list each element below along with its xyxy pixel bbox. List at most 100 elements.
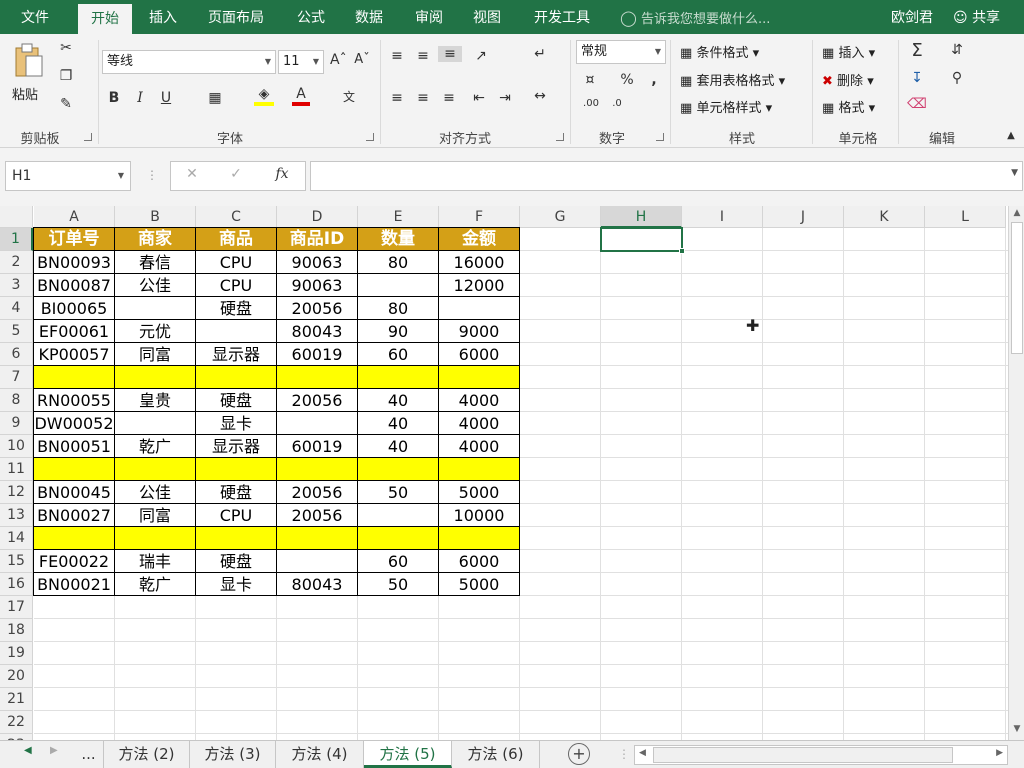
table-cell[interactable]: 40 [357, 388, 439, 412]
column-header[interactable]: I [682, 206, 763, 228]
align-bottom-icon[interactable]: ≡ [438, 46, 462, 62]
format-as-table-button[interactable]: ▦ 套用表格格式 ▾ [680, 70, 785, 89]
format-painter-icon[interactable]: ✎ [56, 96, 76, 112]
tell-me-box[interactable]: ◯ 告诉我您想要做什么... [620, 0, 770, 34]
active-cell[interactable] [600, 227, 683, 252]
scroll-down-icon[interactable]: ▼ [1011, 724, 1023, 734]
table-cell[interactable]: 80043 [276, 319, 358, 343]
table-cell[interactable]: 显卡 [195, 572, 277, 596]
table-cell[interactable]: 80 [357, 250, 439, 274]
currency-icon[interactable]: ¤ [578, 72, 602, 88]
table-cell[interactable]: 硬盘 [195, 480, 277, 504]
column-header[interactable]: J [763, 206, 844, 228]
table-cell[interactable]: 4000 [438, 434, 520, 458]
table-cell[interactable]: 90063 [276, 250, 358, 274]
scroll-up-icon[interactable]: ▲ [1011, 208, 1023, 218]
table-cell[interactable]: 元优 [114, 319, 196, 343]
sheet-tab[interactable]: 方法 (3) [190, 741, 276, 768]
table-cell[interactable]: 60019 [276, 342, 358, 366]
table-cell[interactable]: 公佳 [114, 273, 196, 297]
table-cell[interactable]: 60 [357, 342, 439, 366]
cell-styles-button[interactable]: ▦ 单元格样式 ▾ [680, 97, 772, 116]
increase-indent-icon[interactable]: ⇥ [496, 90, 514, 106]
table-header-cell[interactable]: 金额 [438, 227, 520, 251]
sort-filter-icon[interactable]: ⇵ [944, 42, 970, 58]
conditional-format-button[interactable]: ▦ 条件格式 ▾ [680, 42, 759, 61]
table-cell[interactable]: BN00087 [33, 273, 115, 297]
collapse-ribbon-icon[interactable]: ▲ [1004, 130, 1018, 141]
tab-view[interactable]: 视图 [464, 0, 510, 34]
row-header[interactable]: 18 [0, 619, 33, 642]
increase-font-icon[interactable]: Aˆ [330, 52, 347, 68]
table-cell[interactable]: 春信 [114, 250, 196, 274]
share-button[interactable]: ☺ 共享 [953, 0, 1000, 34]
table-cell[interactable] [33, 457, 115, 481]
table-cell[interactable]: CPU [195, 273, 277, 297]
column-header[interactable]: A [34, 206, 115, 228]
tab-file[interactable]: 文件 [8, 0, 62, 34]
fill-handle[interactable] [679, 248, 685, 254]
font-launcher-icon[interactable] [366, 133, 374, 141]
font-size-dropdown[interactable]: 11 ▼ [278, 50, 324, 74]
autosum-icon[interactable]: Σ [906, 40, 928, 61]
table-cell[interactable]: 显示器 [195, 342, 277, 366]
table-cell[interactable]: 10000 [438, 503, 520, 527]
table-cell[interactable]: 乾广 [114, 572, 196, 596]
table-header-cell[interactable]: 数量 [357, 227, 439, 251]
table-cell[interactable]: BN00021 [33, 572, 115, 596]
tab-page-layout[interactable]: 页面布局 [198, 0, 274, 34]
table-cell[interactable]: BN00027 [33, 503, 115, 527]
table-header-cell[interactable]: 订单号 [33, 227, 115, 251]
wrap-text-icon[interactable]: ↵ [530, 46, 550, 62]
table-cell[interactable]: 20056 [276, 296, 358, 320]
table-cell[interactable]: 40 [357, 411, 439, 435]
table-cell[interactable] [357, 457, 439, 481]
table-cell[interactable]: 硬盘 [195, 388, 277, 412]
sheet-tab[interactable]: 方法 (6) [452, 741, 540, 768]
table-cell[interactable]: 显示器 [195, 434, 277, 458]
table-cell[interactable] [114, 411, 196, 435]
table-cell[interactable]: 20056 [276, 480, 358, 504]
table-cell[interactable]: 80043 [276, 572, 358, 596]
table-cell[interactable]: 乾广 [114, 434, 196, 458]
align-middle-icon[interactable]: ≡ [414, 48, 432, 64]
table-cell[interactable]: 4000 [438, 411, 520, 435]
table-header-cell[interactable]: 商品 [195, 227, 277, 251]
table-cell[interactable]: EF00061 [33, 319, 115, 343]
table-cell[interactable] [357, 503, 439, 527]
row-header[interactable]: 5 [0, 320, 33, 343]
table-cell[interactable]: 瑞丰 [114, 549, 196, 573]
table-cell[interactable] [438, 365, 520, 389]
column-header[interactable]: C [196, 206, 277, 228]
table-cell[interactable]: 5000 [438, 572, 520, 596]
insert-cells-button[interactable]: ▦ 插入 ▾ [822, 42, 875, 61]
next-sheet-icon[interactable]: ▶ [50, 745, 58, 756]
table-cell[interactable] [438, 296, 520, 320]
table-cell[interactable]: BN00051 [33, 434, 115, 458]
number-launcher-icon[interactable] [656, 133, 664, 141]
fill-icon[interactable]: ↧ [906, 70, 928, 86]
font-color-icon[interactable]: A [292, 86, 310, 106]
row-header[interactable]: 6 [0, 343, 33, 366]
table-cell[interactable]: 显卡 [195, 411, 277, 435]
row-header[interactable]: 1 [0, 228, 33, 251]
table-cell[interactable]: 6000 [438, 549, 520, 573]
sheet-tab-active[interactable]: 方法 (5) [364, 741, 452, 768]
table-cell[interactable]: 60 [357, 549, 439, 573]
table-cell[interactable] [438, 526, 520, 550]
table-cell[interactable]: 5000 [438, 480, 520, 504]
table-cell[interactable]: 同富 [114, 342, 196, 366]
vertical-scrollbar[interactable]: ▲ ▼ [1008, 206, 1024, 740]
splitter-dots-icon[interactable]: ⋮ [146, 168, 158, 184]
clear-icon[interactable]: ⌫ [906, 96, 928, 112]
table-cell[interactable] [195, 526, 277, 550]
table-cell[interactable] [276, 365, 358, 389]
table-cell[interactable]: 20056 [276, 503, 358, 527]
delete-cells-button[interactable]: ✖ 删除 ▾ [822, 70, 874, 89]
table-cell[interactable]: BI00065 [33, 296, 115, 320]
paste-icon[interactable] [10, 42, 46, 82]
scroll-thumb[interactable] [1011, 222, 1023, 354]
table-cell[interactable] [114, 365, 196, 389]
scroll-left-icon[interactable]: ◀ [639, 748, 646, 758]
row-header[interactable]: 9 [0, 412, 33, 435]
